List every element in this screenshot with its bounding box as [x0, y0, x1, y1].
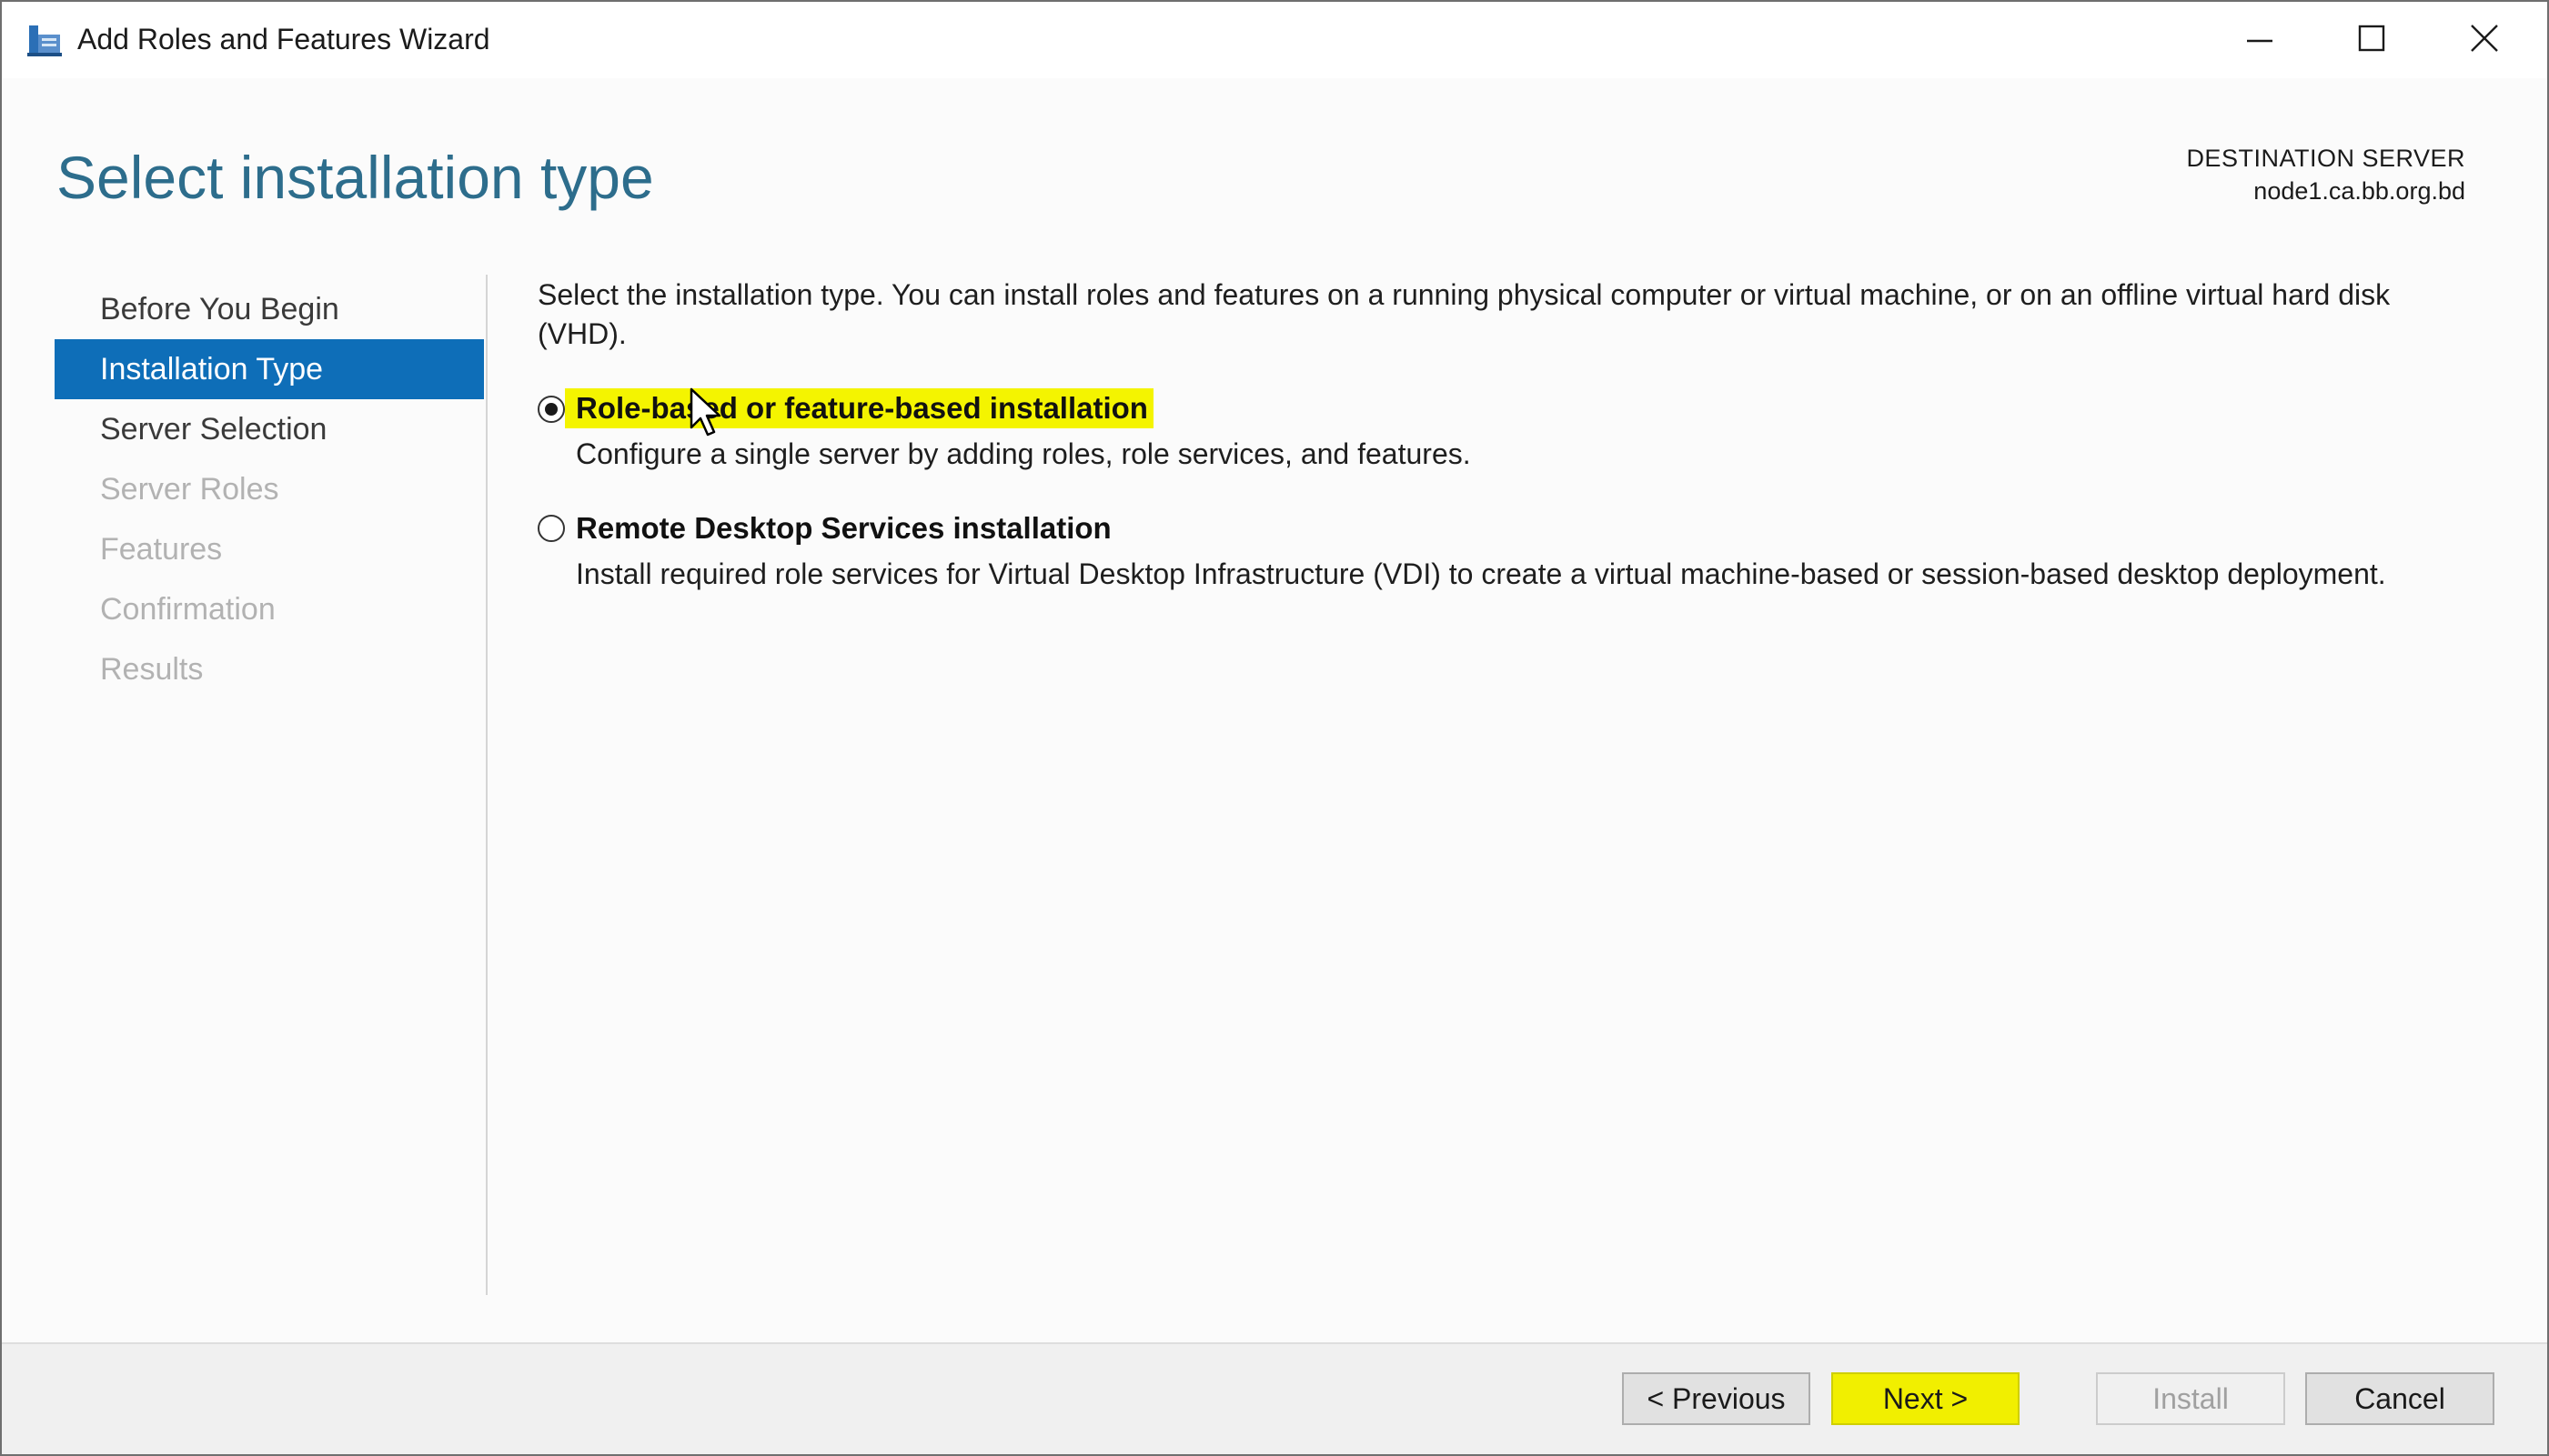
radio-selected-dot — [545, 403, 558, 416]
nav-item-confirmation: Confirmation — [100, 592, 276, 627]
window-title: Add Roles and Features Wizard — [77, 23, 490, 55]
minimize-button[interactable] — [2203, 2, 2316, 75]
maximize-icon — [2358, 25, 2385, 52]
mouse-cursor-icon — [690, 387, 721, 437]
close-icon — [2471, 25, 2498, 52]
server-manager-icon — [27, 25, 62, 56]
destination-server-label: DESTINATION SERVER — [2186, 145, 2465, 172]
nav-item-server-selection[interactable]: Server Selection — [55, 399, 484, 459]
maximize-button[interactable] — [2315, 2, 2428, 75]
destination-server-name: node1.ca.bb.org.bd — [2253, 177, 2465, 205]
radio-role-based[interactable] — [538, 396, 565, 423]
install-button: Install — [2096, 1372, 2285, 1425]
minimize-icon — [2247, 39, 2272, 43]
next-button[interactable]: Next > — [1831, 1372, 2020, 1425]
nav-item-installation-type[interactable]: Installation Type — [55, 339, 484, 399]
close-button[interactable] — [2428, 2, 2541, 75]
option-label-role-based[interactable]: Role-based or feature-based installation — [565, 388, 1154, 428]
nav-item-server-roles: Server Roles — [100, 472, 279, 507]
intro-text-line-1: Select the installation type. You can in… — [538, 278, 2391, 311]
intro-text-line-2: (VHD). — [538, 317, 627, 350]
option-label-remote-desktop[interactable]: Remote Desktop Services installation — [565, 508, 1117, 548]
wizard-window: Add Roles and Features Wizard Select ins… — [0, 0, 2549, 1456]
radio-remote-desktop[interactable] — [538, 515, 565, 542]
wizard-steps-nav: Before You Begin Installation Type Serve… — [55, 279, 484, 699]
option-desc-remote-desktop: Install required role services for Virtu… — [576, 557, 2386, 590]
previous-button[interactable]: < Previous — [1622, 1372, 1810, 1425]
page-title: Select installation type — [56, 144, 654, 211]
nav-item-features: Features — [100, 532, 223, 567]
nav-divider — [486, 275, 488, 1295]
option-desc-role-based: Configure a single server by adding role… — [576, 437, 1471, 470]
title-bar: Add Roles and Features Wizard — [2, 2, 2547, 78]
cancel-button[interactable]: Cancel — [2305, 1372, 2494, 1425]
nav-item-results: Results — [100, 652, 204, 687]
nav-item-before-you-begin[interactable]: Before You Begin — [55, 279, 484, 339]
